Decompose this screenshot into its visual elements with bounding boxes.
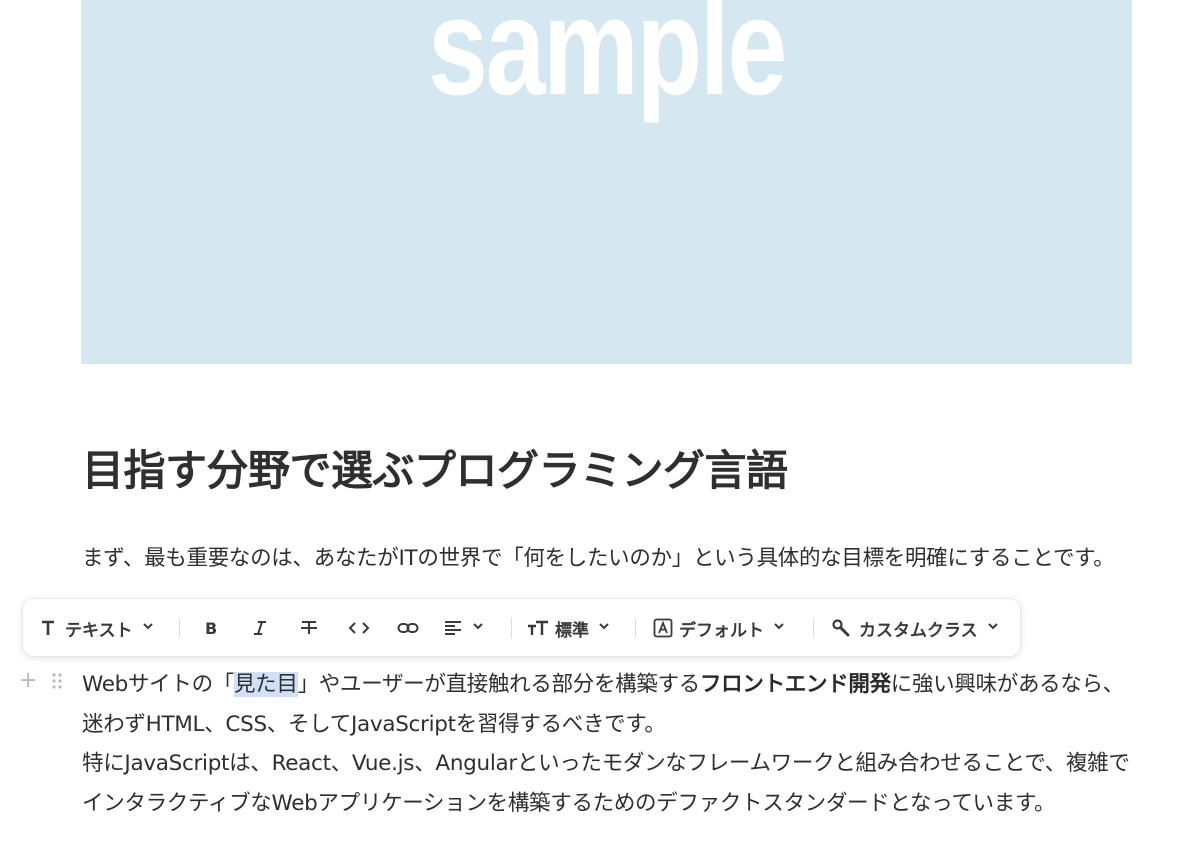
bold-text: フロントエンド開発 <box>699 672 891 697</box>
toolbar-divider <box>511 618 512 638</box>
chevron-down-icon <box>597 618 611 638</box>
selected-text: 見た目 <box>233 672 298 697</box>
font-size-dropdown[interactable]: 標準 <box>527 613 611 643</box>
text-color-icon <box>653 618 673 638</box>
text-run: 」やユーザーが直接触れる部分を構築する <box>297 672 701 697</box>
text-type-label: テキスト <box>65 620 133 641</box>
text-color-label: デフォルト <box>679 620 764 641</box>
block-toolbar: テキスト B 標準 デフォルト カスタムクラス <box>23 599 1020 656</box>
link-button[interactable] <box>397 613 419 643</box>
text-run: 特にJavaScriptは、React、Vue.js、Angularといったモダ… <box>82 751 1130 816</box>
add-block-icon[interactable]: + <box>19 670 37 692</box>
bold-icon: B <box>203 619 219 637</box>
italic-icon <box>251 619 269 637</box>
code-icon <box>348 619 370 637</box>
text-type-icon <box>39 619 57 637</box>
paragraph-intro[interactable]: まず、最も重要なのは、あなたがITの世界で「何をしたいのか」という具体的な目標を… <box>82 539 1132 579</box>
bold-button[interactable]: B <box>203 613 219 643</box>
code-button[interactable] <box>348 613 370 643</box>
italic-button[interactable] <box>251 613 269 643</box>
paragraph-frontend[interactable]: Webサイトの「見た目」やユーザーが直接触れる部分を構築するフロントエンド開発に… <box>82 665 1132 823</box>
toolbar-divider <box>813 618 814 638</box>
toolbar-divider <box>635 618 636 638</box>
drag-handle-icon[interactable] <box>51 672 63 694</box>
section-heading[interactable]: 目指す分野で選ぶプログラミング言語 <box>82 441 788 501</box>
font-size-icon <box>527 619 549 637</box>
custom-class-dropdown[interactable]: カスタムクラス <box>831 613 1000 643</box>
chevron-down-icon <box>772 618 786 638</box>
link-icon <box>397 619 419 637</box>
text-type-dropdown[interactable]: テキスト <box>39 613 155 643</box>
hero-image-text: sample <box>428 0 787 124</box>
font-size-label: 標準 <box>555 620 589 641</box>
toolbar-divider <box>179 618 180 638</box>
editor-page: sample 目指す分野で選ぶプログラミング言語 まず、最も重要なのは、あなたが… <box>0 0 1200 867</box>
wrench-icon <box>831 618 851 638</box>
strikethrough-button[interactable] <box>299 613 319 643</box>
align-dropdown[interactable] <box>443 613 485 643</box>
custom-class-label: カスタムクラス <box>859 620 978 641</box>
chevron-down-icon <box>471 618 485 638</box>
chevron-down-icon <box>986 618 1000 638</box>
svg-text:B: B <box>205 619 217 637</box>
align-icon <box>443 619 463 637</box>
hero-image[interactable]: sample <box>81 0 1132 364</box>
strikethrough-icon <box>299 619 319 637</box>
text-run: Webサイトの「 <box>82 672 234 697</box>
chevron-down-icon <box>141 618 155 638</box>
text-color-dropdown[interactable]: デフォルト <box>653 613 786 643</box>
